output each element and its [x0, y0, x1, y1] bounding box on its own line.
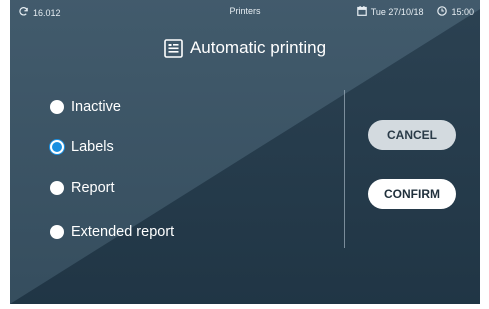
cancel-button[interactable]: CANCEL [368, 120, 456, 150]
confirm-button[interactable]: CONFIRM [368, 179, 456, 209]
printer-document-icon [164, 38, 183, 58]
option-inactive-label: Inactive [71, 99, 121, 115]
calendar-icon [356, 6, 367, 18]
radio-inactive[interactable] [50, 100, 64, 114]
vertical-divider [344, 90, 345, 248]
radio-report[interactable] [50, 181, 64, 195]
option-report[interactable]: Report [50, 180, 115, 196]
screen: 16.012 Printers Tue 27/10/18 15:00 Autom… [10, 0, 480, 304]
radio-labels[interactable] [50, 140, 64, 154]
date-text: Tue 27/10/18 [370, 7, 424, 17]
clock-icon [437, 6, 448, 18]
dialog-title-text: Automatic printing [189, 38, 327, 57]
option-extended-report[interactable]: Extended report [50, 224, 174, 240]
option-report-label: Report [71, 180, 115, 196]
dialog-title: Automatic printing [10, 38, 480, 58]
option-labels-label: Labels [71, 139, 114, 155]
option-inactive[interactable]: Inactive [50, 99, 121, 115]
option-extended-report-label: Extended report [71, 224, 175, 240]
time-text: 15:00 [451, 7, 474, 17]
option-labels[interactable]: Labels [50, 139, 114, 155]
radio-extended-report[interactable] [50, 225, 64, 239]
status-bar: 16.012 Printers Tue 27/10/18 15:00 [10, 0, 480, 22]
